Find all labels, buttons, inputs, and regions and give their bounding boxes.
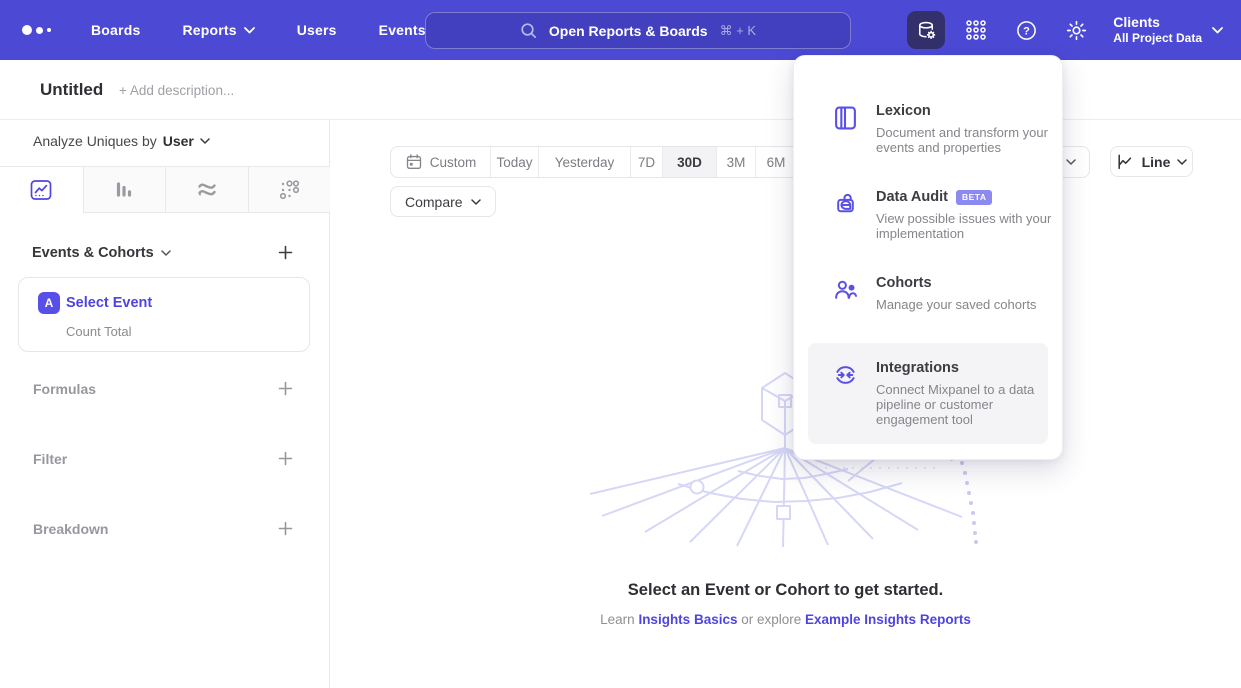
search-shortcut: ⌘ + K xyxy=(720,23,757,39)
data-audit-icon xyxy=(833,189,859,241)
subtitle-middle: or explore xyxy=(737,612,805,627)
nav-links: Boards Reports Users Events xyxy=(91,22,426,38)
add-filter-button[interactable] xyxy=(278,451,293,471)
nav-item-reports[interactable]: Reports xyxy=(182,22,254,38)
tab-flow-chart[interactable] xyxy=(165,167,248,213)
lexicon-book-icon xyxy=(833,103,859,155)
help-button[interactable]: ? xyxy=(1007,11,1045,49)
nav-item-events[interactable]: Events xyxy=(379,22,426,38)
menu-item-integrations[interactable]: Integrations Connect Mixpanel to a data … xyxy=(808,343,1048,444)
calendar-icon xyxy=(405,153,423,171)
menu-item-data-audit[interactable]: Data AuditBETA View possible issues with… xyxy=(794,172,1062,258)
search-placeholder: Open Reports & Boards xyxy=(549,23,708,39)
search-input[interactable]: Open Reports & Boards ⌘ + K xyxy=(425,12,851,49)
date-range-6m[interactable]: 6M xyxy=(756,147,797,177)
apps-grid-button[interactable] xyxy=(957,11,995,49)
mixpanel-logo-icon[interactable] xyxy=(22,25,51,35)
empty-state-subtitle: Learn Insights Basics or explore Example… xyxy=(330,612,1241,627)
add-breakdown-button[interactable] xyxy=(278,521,293,541)
project-scope: All Project Data xyxy=(1113,31,1202,46)
apps-grid-icon xyxy=(964,18,988,42)
tab-bar-chart[interactable] xyxy=(83,167,166,213)
gear-icon xyxy=(1065,19,1088,42)
add-formula-button[interactable] xyxy=(278,381,293,401)
formulas-section-label: Formulas xyxy=(33,381,96,397)
date-range-30d[interactable]: 30D xyxy=(663,147,717,177)
plus-icon xyxy=(278,451,293,466)
filter-section-label: Filter xyxy=(33,451,67,467)
date-range-today[interactable]: Today xyxy=(491,147,539,177)
integrations-sync-icon xyxy=(833,360,859,427)
event-series-badge: A xyxy=(38,292,60,314)
line-chart-icon xyxy=(29,178,53,202)
query-builder-sidebar: Analyze Uniques by User xyxy=(0,120,330,688)
tab-line-chart[interactable] xyxy=(0,167,83,213)
plus-icon xyxy=(278,521,293,536)
chevron-down-icon xyxy=(471,199,481,205)
help-icon: ? xyxy=(1015,19,1038,42)
date-range-7d[interactable]: 7D xyxy=(631,147,663,177)
svg-text:?: ? xyxy=(1023,25,1030,37)
events-cohorts-section-header[interactable]: Events & Cohorts xyxy=(32,245,171,261)
database-gear-icon xyxy=(915,19,938,42)
select-event-card[interactable]: A Select Event Count Total xyxy=(18,277,310,352)
chevron-down-icon xyxy=(200,138,210,144)
chevron-down-icon xyxy=(1212,27,1223,34)
nav-item-boards[interactable]: Boards xyxy=(91,22,140,38)
chevron-down-icon xyxy=(244,27,255,34)
report-canvas: Custom Today Yesterday 7D 30D 3M 6M 12M … xyxy=(330,120,1241,688)
insights-basics-link[interactable]: Insights Basics xyxy=(638,612,737,627)
cohorts-people-icon xyxy=(833,275,859,312)
nav-right-controls: ? Clients All Project Data xyxy=(907,0,1223,60)
add-event-button[interactable] xyxy=(278,245,293,265)
flow-chart-icon xyxy=(195,178,219,202)
data-management-menu: Lexicon Document and transform your even… xyxy=(793,55,1063,460)
chevron-down-icon xyxy=(1066,159,1076,165)
tab-metrics-grid[interactable] xyxy=(248,167,331,213)
subtitle-prefix: Learn xyxy=(600,612,638,627)
menu-item-cohorts[interactable]: Cohorts Manage your saved cohorts xyxy=(794,258,1062,329)
nav-item-users[interactable]: Users xyxy=(297,22,337,38)
chart-type-dropdown[interactable]: Line xyxy=(1110,146,1193,177)
report-title[interactable]: Untitled xyxy=(40,80,103,100)
analyze-entity-dropdown[interactable]: User xyxy=(163,133,210,149)
add-description-field[interactable]: + Add description... xyxy=(119,83,234,98)
settings-button[interactable] xyxy=(1057,11,1095,49)
chevron-down-icon xyxy=(1177,159,1187,165)
line-chart-icon xyxy=(1116,153,1135,171)
empty-state-title: Select an Event or Cohort to get started… xyxy=(330,581,1241,600)
date-range-3m[interactable]: 3M xyxy=(717,147,756,177)
search-icon xyxy=(520,22,537,39)
metrics-grid-icon xyxy=(277,178,301,202)
select-event-label[interactable]: Select Event xyxy=(66,295,152,311)
bar-chart-icon xyxy=(112,178,136,202)
project-name: Clients xyxy=(1113,14,1202,31)
analyze-uniques-row: Analyze Uniques by User xyxy=(33,133,210,149)
chevron-down-icon xyxy=(161,250,171,256)
compare-dropdown[interactable]: Compare xyxy=(390,186,496,217)
example-insights-reports-link[interactable]: Example Insights Reports xyxy=(805,612,971,627)
plus-icon xyxy=(278,381,293,396)
beta-badge: BETA xyxy=(956,190,993,205)
project-selector[interactable]: Clients All Project Data xyxy=(1113,14,1223,46)
date-range-yesterday[interactable]: Yesterday xyxy=(539,147,631,177)
count-total-label[interactable]: Count Total xyxy=(66,324,132,339)
top-navigation: Boards Reports Users Events Open Reports… xyxy=(0,0,1241,60)
menu-item-lexicon[interactable]: Lexicon Document and transform your even… xyxy=(794,86,1062,172)
mixpanel-insights-page: Boards Reports Users Events Open Reports… xyxy=(0,0,1241,688)
date-range-custom[interactable]: Custom xyxy=(391,147,491,177)
analyze-label: Analyze Uniques by xyxy=(33,133,157,149)
breakdown-section-label: Breakdown xyxy=(33,521,108,537)
chart-type-tabs xyxy=(0,166,330,213)
plus-icon xyxy=(278,245,293,260)
data-management-button[interactable] xyxy=(907,11,945,49)
